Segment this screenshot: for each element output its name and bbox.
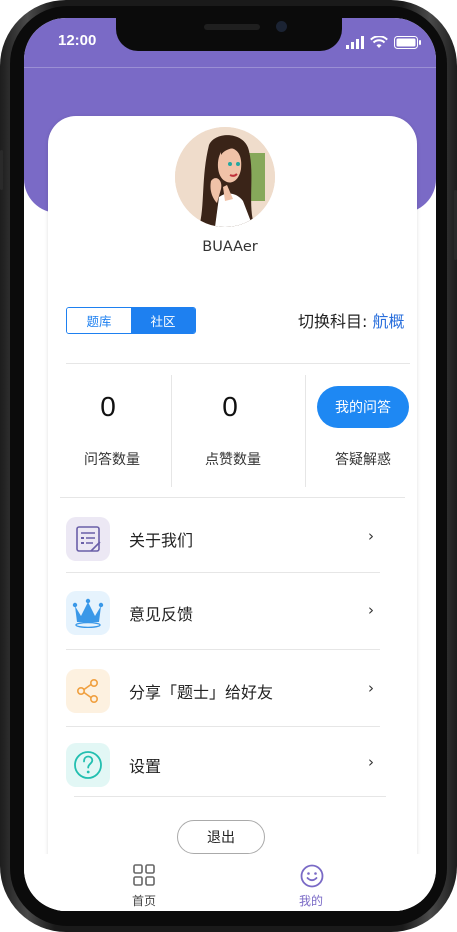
question-count-label: 问答数量: [84, 452, 140, 468]
like-count-label: 点赞数量: [205, 452, 261, 468]
status-icons: [346, 36, 422, 50]
segment-question-bank[interactable]: 题库: [67, 308, 131, 333]
segment-control: 题库 社区: [66, 307, 196, 334]
phone-side-button: [0, 150, 3, 190]
ask-caption: 答疑解惑: [335, 452, 391, 468]
battery-icon: [394, 36, 421, 49]
subject-value[interactable]: 航概: [373, 312, 405, 331]
chevron-right-icon: ›: [368, 753, 374, 771]
menu-item-settings[interactable]: 设置 ›: [66, 739, 386, 799]
menu-item-label: 分享「题士」给好友: [129, 683, 274, 702]
divider: [66, 572, 380, 573]
menu-item-label: 关于我们: [129, 531, 194, 550]
grid-icon: [133, 864, 155, 886]
question-circle-icon: [66, 743, 110, 787]
like-count: 0: [222, 391, 238, 422]
status-time: 12:00: [58, 32, 97, 49]
tab-mine[interactable]: 我的: [271, 854, 351, 908]
share-icon: [66, 669, 110, 713]
divider: [305, 375, 306, 487]
divider: [60, 497, 405, 498]
segment-community[interactable]: 社区: [131, 308, 195, 333]
smiley-icon: [300, 864, 324, 888]
menu-item-feedback[interactable]: 意见反馈 ›: [66, 587, 386, 647]
menu-item-label: 意见反馈: [129, 605, 194, 624]
subject-label: 切换科目:: [298, 312, 368, 331]
menu-item-label: 设置: [129, 757, 162, 776]
divider: [66, 363, 410, 364]
username: BUAAer: [202, 239, 258, 255]
notch: [116, 18, 342, 51]
front-camera: [276, 21, 287, 32]
signal-icon: [346, 36, 364, 49]
tab-home[interactable]: 首页: [104, 854, 184, 908]
tab-mine-label: 我的: [298, 894, 323, 908]
subject-switcher[interactable]: 切换科目: 航概: [298, 308, 405, 332]
logout-button[interactable]: 退出: [177, 820, 265, 854]
menu-item-about[interactable]: 关于我们 ›: [66, 513, 386, 573]
question-count: 0: [100, 391, 116, 422]
divider: [171, 375, 172, 487]
divider: [66, 726, 380, 727]
tab-home-label: 首页: [131, 894, 156, 908]
tab-bar: 首页 我的: [24, 854, 436, 911]
phone-screen: 12:00 BUAAer 题库 社区 切换科目: 航概 0 问答数量 0 点赞数…: [24, 18, 436, 911]
menu-item-share[interactable]: 分享「题士」给好友 ›: [66, 665, 386, 725]
divider: [66, 649, 380, 650]
my-qa-button[interactable]: 我的问答: [317, 386, 409, 428]
document-list-icon: [66, 517, 110, 561]
status-bar-divider: [24, 67, 436, 68]
avatar-illustration: [175, 127, 275, 227]
divider: [74, 796, 386, 797]
avatar[interactable]: [175, 127, 275, 227]
chevron-right-icon: ›: [368, 601, 374, 619]
speaker: [204, 24, 260, 30]
chevron-right-icon: ›: [368, 679, 374, 697]
crown-icon: [66, 591, 110, 635]
wifi-icon: [370, 36, 388, 48]
chevron-right-icon: ›: [368, 527, 374, 545]
